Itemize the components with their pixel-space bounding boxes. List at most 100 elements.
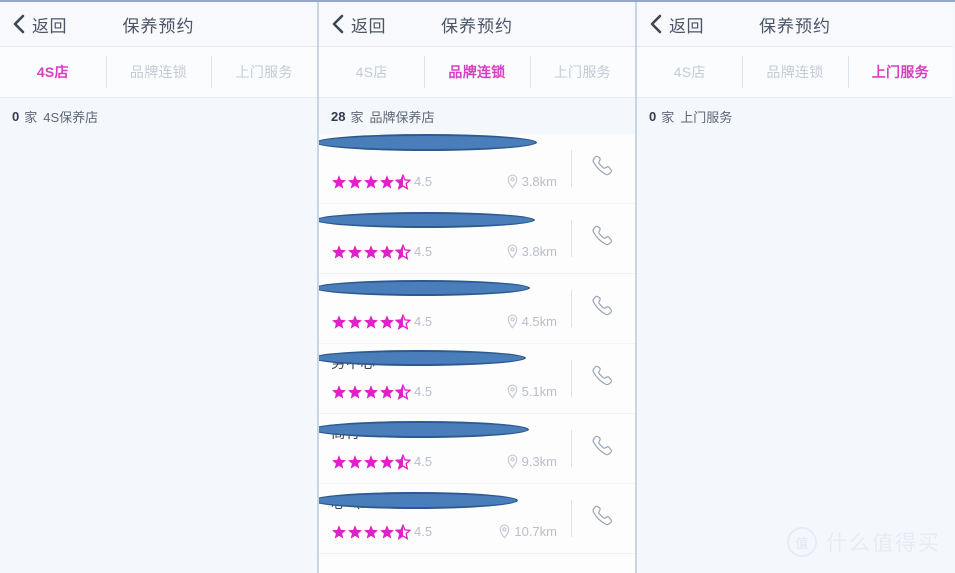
call-button[interactable] <box>571 484 635 553</box>
rating-value: 4.5 <box>414 244 433 259</box>
tab-bar: 4S店 品牌连锁 上门服务 <box>319 47 635 98</box>
store-meta: 4.5 3.8km <box>331 243 561 260</box>
result-count-unit: 家 <box>661 109 675 125</box>
store-list-item[interactable]: 4.5 3.8km <box>319 134 635 204</box>
call-button[interactable] <box>571 344 635 413</box>
distance-group: 4.5km <box>506 314 561 329</box>
distance-group: 3.8km <box>506 244 561 259</box>
location-pin-icon <box>506 454 519 469</box>
back-label: 返回 <box>351 16 386 36</box>
store-info: 4.5 3.8km <box>319 204 571 273</box>
location-pin-icon <box>506 174 519 189</box>
store-list-item[interactable]: 务中心 4.5 5.1km <box>319 344 635 414</box>
tab-brand-chain[interactable]: 品牌连锁 <box>742 47 847 97</box>
location-pin-icon <box>498 524 511 539</box>
chevron-left-icon <box>12 14 25 34</box>
distance-value: 3.8km <box>521 244 557 259</box>
call-button[interactable] <box>571 274 635 343</box>
rating-value: 4.5 <box>414 454 433 469</box>
tab-door-service[interactable]: 上门服务 <box>211 47 317 97</box>
result-count: 0 家 4S保养店 <box>0 98 317 134</box>
store-info: 4.5 3.8km <box>319 134 571 203</box>
result-count-label: 上门服务 <box>680 109 733 125</box>
rating-value: 4.5 <box>414 174 433 189</box>
store-name <box>331 214 561 234</box>
navigation-bar: 返回 保养预约 <box>637 2 953 47</box>
call-button[interactable] <box>571 204 635 273</box>
phone-icon[interactable] <box>590 433 616 464</box>
store-meta: 4.5 3.8km <box>331 173 561 190</box>
location-pin-icon <box>506 244 519 259</box>
back-label: 返回 <box>32 16 67 36</box>
tab-door-service[interactable]: 上门服务 <box>847 47 953 97</box>
store-meta: 4.5 9.3km <box>331 453 561 470</box>
store-list-empty <box>637 134 953 573</box>
tab-brand-chain[interactable]: 品牌连锁 <box>105 47 212 97</box>
call-button[interactable] <box>571 134 635 203</box>
rating-stars <box>331 523 411 540</box>
distance-group: 3.8km <box>506 174 561 189</box>
app-screen: 返回 保养预约 4S店 品牌连锁 上门服务 0 家 4S保养店 返回 保养预约 <box>0 0 955 573</box>
tab-door-service[interactable]: 上门服务 <box>529 47 635 97</box>
phone-icon[interactable] <box>590 503 616 534</box>
rating-value: 4.5 <box>414 314 433 329</box>
chevron-left-icon <box>649 14 662 34</box>
tab-4s-store[interactable]: 4S店 <box>637 47 742 97</box>
back-button[interactable]: 返回 <box>331 12 386 37</box>
store-info: 4.5 4.5km <box>319 274 571 343</box>
store-list-item[interactable]: 4.5 4.5km <box>319 274 635 344</box>
store-list-empty <box>0 134 317 573</box>
store-meta: 4.5 4.5km <box>331 313 561 330</box>
distance-value: 10.7km <box>514 524 557 539</box>
result-count-label: 品牌保养店 <box>369 109 435 125</box>
result-count-number: 0 <box>649 108 657 124</box>
tab-4s-store[interactable]: 4S店 <box>0 47 106 97</box>
panel-brand-chain: 返回 保养预约 4S店 品牌连锁 上门服务 28 家 品牌保养店 4.5 3.8k… <box>317 2 637 573</box>
store-list-item[interactable]: 4.5 3.8km <box>319 204 635 274</box>
store-list-item[interactable]: 商行 4.5 9.3km <box>319 414 635 484</box>
store-name: 商行 <box>331 426 361 442</box>
distance-group: 5.1km <box>506 384 561 399</box>
navigation-bar: 返回 保养预约 <box>0 2 317 47</box>
back-button[interactable]: 返回 <box>12 12 67 37</box>
distance-value: 9.3km <box>521 454 557 469</box>
panel-door-service: 返回 保养预约 4S店 品牌连锁 上门服务 0 家 上门服务 <box>637 2 953 573</box>
rating-value: 4.5 <box>414 524 433 539</box>
call-button[interactable] <box>571 414 635 483</box>
rating-value: 4.5 <box>414 384 433 399</box>
result-count-unit: 家 <box>24 109 38 125</box>
store-meta: 4.5 5.1km <box>331 383 561 400</box>
phone-icon[interactable] <box>590 223 616 254</box>
navigation-bar: 返回 保养预约 <box>319 2 635 47</box>
result-count: 28 家 品牌保养店 <box>319 98 635 134</box>
phone-icon[interactable] <box>590 293 616 324</box>
phone-icon[interactable] <box>590 153 616 184</box>
store-list-item[interactable]: 心（... 4.5 10.7km <box>319 484 635 554</box>
phone-icon[interactable] <box>590 363 616 394</box>
result-count: 0 家 上门服务 <box>637 98 953 134</box>
tab-brand-chain[interactable]: 品牌连锁 <box>424 47 529 97</box>
rating-stars <box>331 313 411 330</box>
store-name <box>331 144 561 164</box>
store-name: 务中心 <box>331 356 376 372</box>
chevron-left-icon <box>331 14 344 34</box>
store-info: 心（... 4.5 10.7km <box>319 484 571 553</box>
location-pin-icon <box>506 384 519 399</box>
store-name <box>331 284 561 304</box>
distance-value: 4.5km <box>521 314 557 329</box>
panel-4s-store: 返回 保养预约 4S店 品牌连锁 上门服务 0 家 4S保养店 <box>0 2 317 573</box>
store-list: 4.5 3.8km 4.5 3.8km 4.5 4.5km 务中心 4.5 5.1km 商行 4.5… <box>319 134 635 573</box>
store-name: 心（... <box>331 496 374 512</box>
distance-value: 3.8km <box>521 174 557 189</box>
back-button[interactable]: 返回 <box>649 12 704 37</box>
location-pin-icon <box>506 314 519 329</box>
store-info: 务中心 4.5 5.1km <box>319 344 571 413</box>
distance-value: 5.1km <box>521 384 557 399</box>
tab-4s-store[interactable]: 4S店 <box>319 47 424 97</box>
result-count-number: 0 <box>12 108 20 124</box>
result-count-label: 4S保养店 <box>43 109 99 125</box>
rating-stars <box>331 243 411 260</box>
rating-stars <box>331 383 411 400</box>
rating-stars <box>331 453 411 470</box>
back-label: 返回 <box>669 16 704 36</box>
